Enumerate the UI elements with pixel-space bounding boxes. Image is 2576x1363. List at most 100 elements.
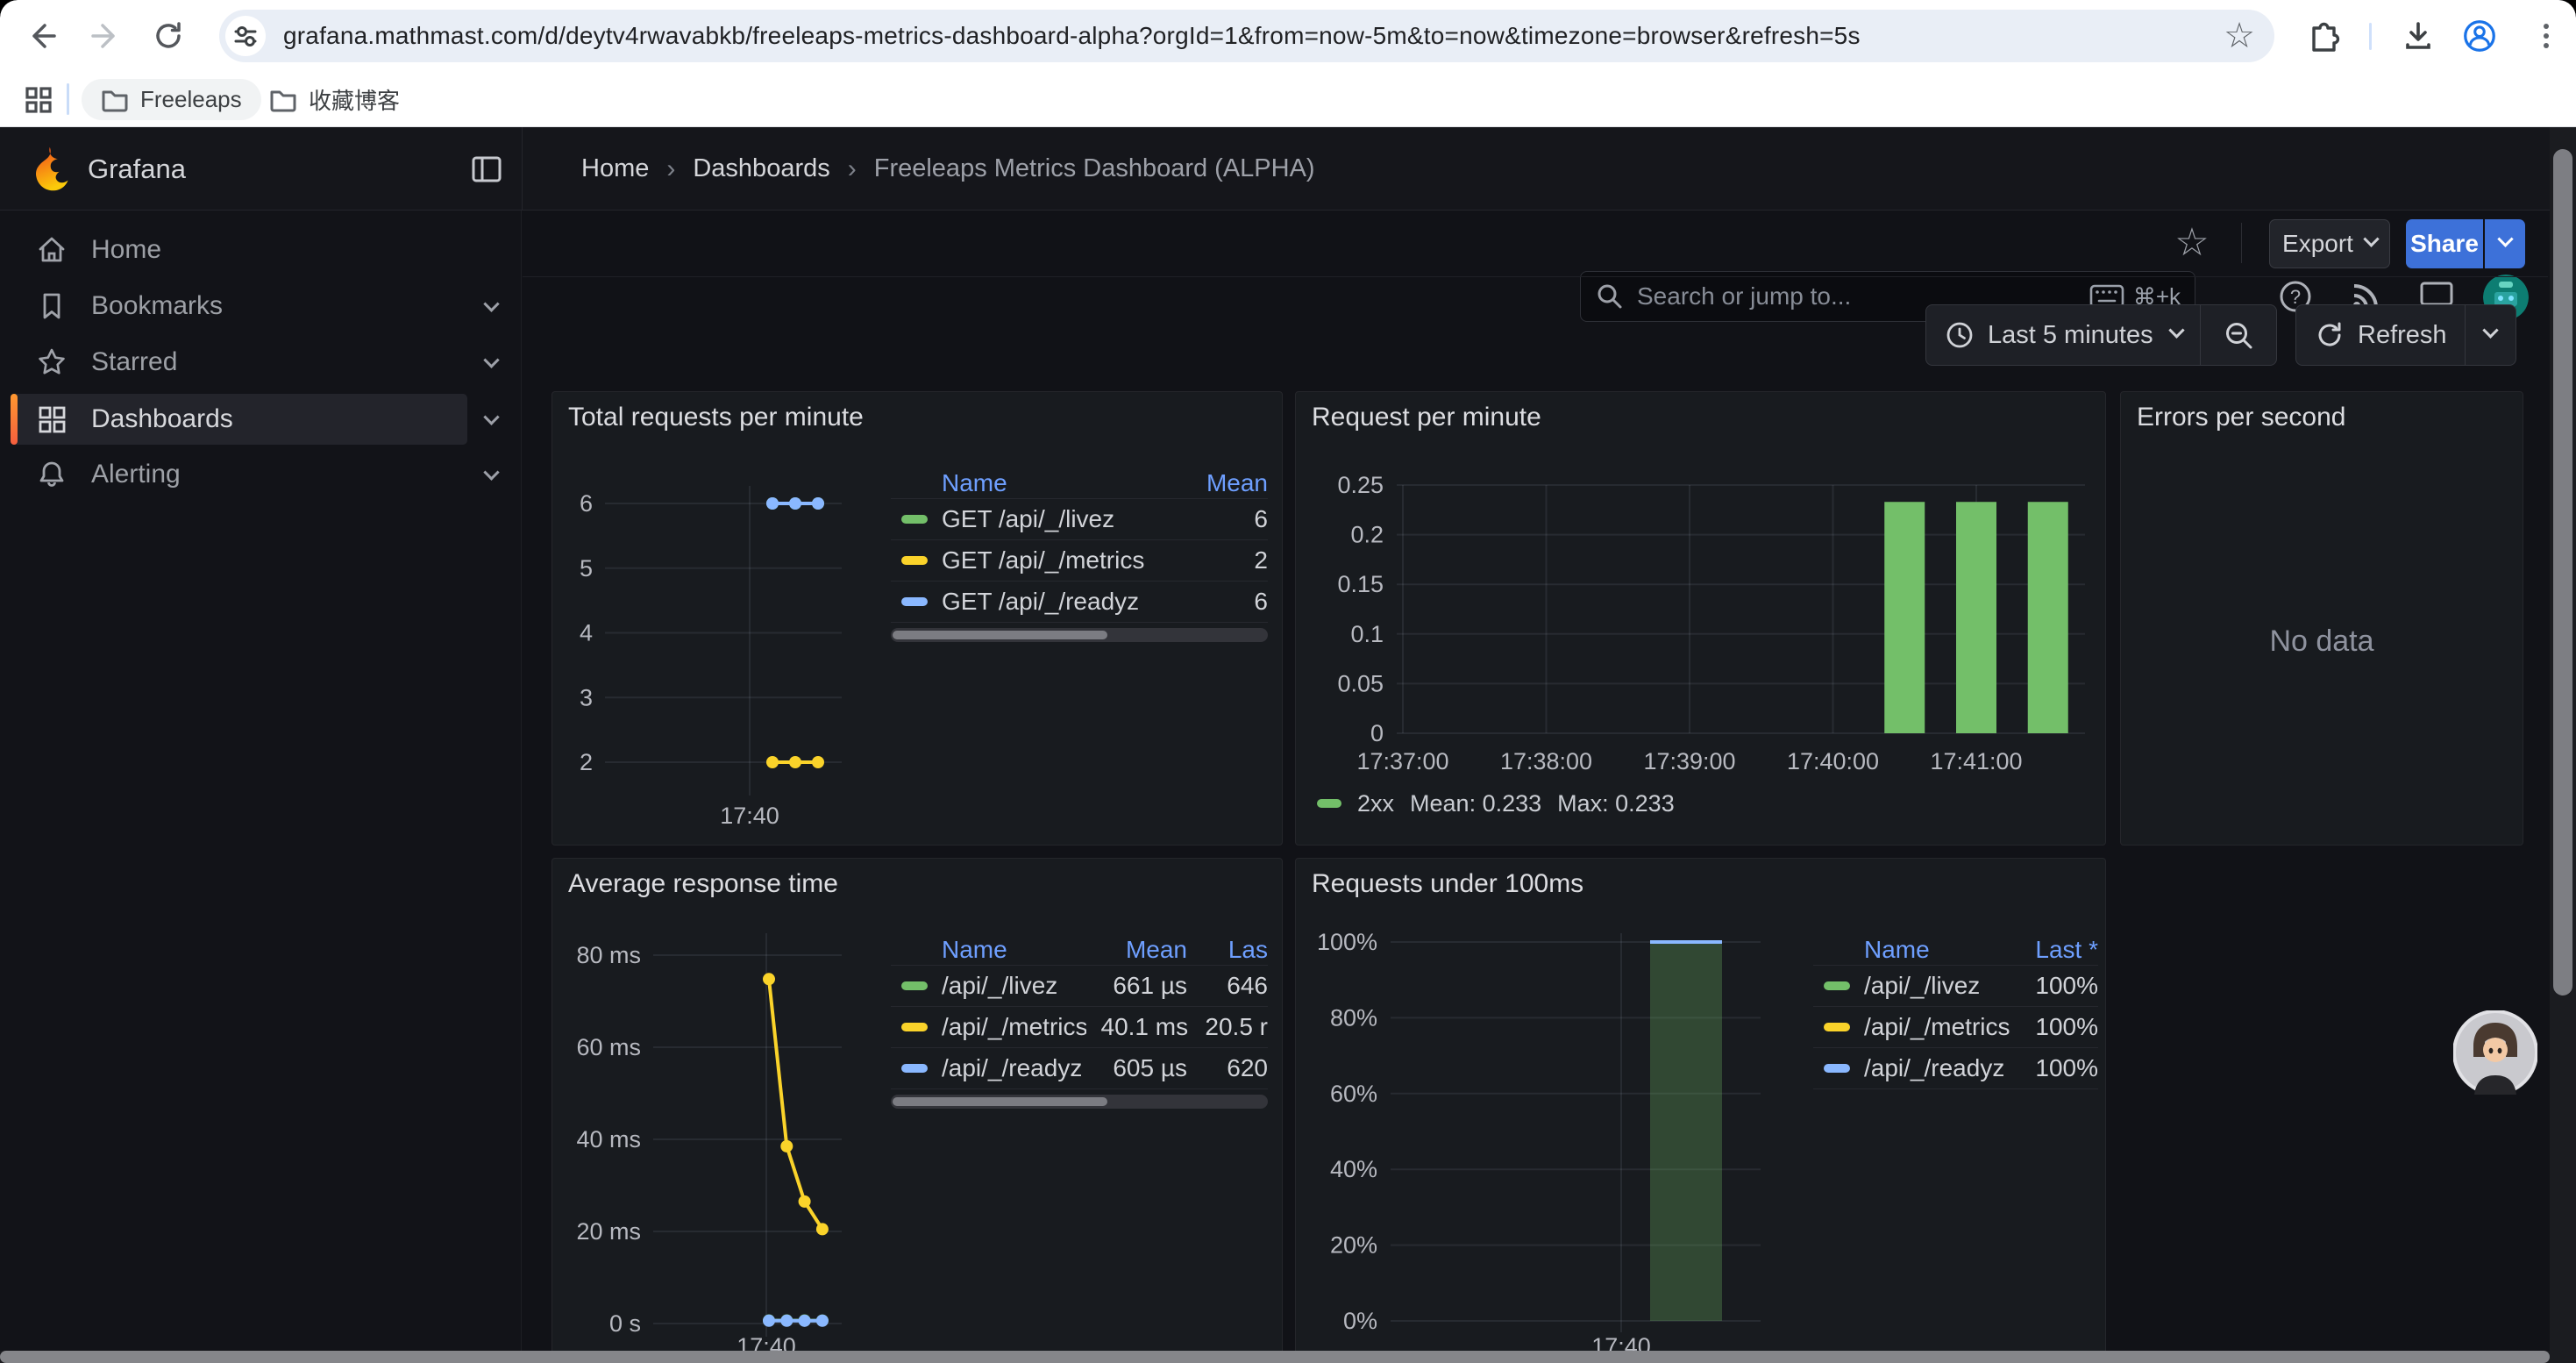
series-color-pill[interactable] bbox=[901, 597, 928, 606]
svg-text:6: 6 bbox=[580, 490, 593, 517]
svg-text:0: 0 bbox=[1370, 720, 1384, 746]
series-name[interactable]: /api/_/readyz bbox=[1864, 1054, 2004, 1082]
time-range-picker[interactable]: Last 5 minutes bbox=[1926, 305, 2200, 365]
series-color-pill[interactable] bbox=[901, 1023, 928, 1031]
home-icon bbox=[36, 234, 68, 266]
legend-col-last[interactable]: Las bbox=[1187, 936, 1268, 964]
screen: grafana.mathmast.com/d/deytv4rwavabkb/fr… bbox=[0, 0, 2576, 1363]
legend-scrollbar[interactable] bbox=[891, 628, 1268, 642]
chevron-down-icon[interactable] bbox=[482, 297, 500, 315]
chevron-down-icon[interactable] bbox=[482, 410, 500, 428]
sidebar-item-alerting[interactable]: Alerting bbox=[11, 450, 467, 499]
series-name[interactable]: GET /api/_/livez bbox=[942, 505, 1114, 533]
series-name[interactable]: /api/_/metrics bbox=[942, 1013, 1086, 1041]
apps-grid-icon[interactable] bbox=[19, 81, 58, 119]
assistant-avatar[interactable] bbox=[2453, 1010, 2537, 1095]
series-color-pill[interactable] bbox=[901, 1064, 928, 1073]
legend-col-mean[interactable]: Mean bbox=[1206, 469, 1268, 497]
breadcrumb-dashboards[interactable]: Dashboards bbox=[693, 154, 829, 183]
series-color-pill[interactable] bbox=[901, 515, 928, 524]
sidebar-item-dashboards[interactable]: Dashboards bbox=[11, 394, 467, 445]
svg-text:0.05: 0.05 bbox=[1337, 670, 1384, 696]
browser-menu-icon[interactable] bbox=[2527, 17, 2565, 55]
url-text: grafana.mathmast.com/d/deytv4rwavabkb/fr… bbox=[283, 22, 2224, 50]
vertical-scrollbar[interactable] bbox=[2550, 127, 2576, 1363]
breadcrumb-separator: › bbox=[666, 154, 675, 184]
legend-col-mean[interactable]: Mean bbox=[1084, 936, 1187, 964]
dashboards-icon bbox=[36, 403, 68, 435]
zoom-out-time-button[interactable] bbox=[2201, 305, 2276, 365]
sidebar-item-label: Home bbox=[91, 235, 161, 265]
legend-col-name[interactable]: Name bbox=[942, 469, 1007, 497]
series-name[interactable]: /api/_/metrics bbox=[1864, 1013, 2010, 1041]
series-name[interactable]: /api/_/readyz bbox=[942, 1054, 1082, 1082]
chart-request-per-minute[interactable]: 0.250.20.150.10.05017:37:0017:38:0017:39… bbox=[1296, 392, 2107, 846]
series-last: 100% bbox=[2035, 1013, 2098, 1041]
bookmark-folder-blogs[interactable]: 收藏博客 bbox=[250, 79, 419, 120]
series-name[interactable]: 2xx bbox=[1357, 790, 1394, 817]
legend-col-name[interactable]: Name bbox=[942, 936, 1007, 964]
sidebar-item-starred[interactable]: Starred bbox=[11, 338, 467, 387]
sidebar-item-home[interactable]: Home bbox=[11, 225, 467, 275]
chevron-down-icon[interactable] bbox=[482, 353, 500, 371]
horizontal-scrollbar[interactable] bbox=[0, 1351, 2576, 1363]
actions-divider bbox=[2241, 223, 2242, 263]
panel-title[interactable]: Average response time bbox=[568, 869, 838, 899]
grafana-brand[interactable]: Grafana bbox=[88, 127, 186, 211]
panel-title[interactable]: Total requests per minute bbox=[568, 403, 864, 432]
bookmark-folder-freeleaps[interactable]: Freeleaps bbox=[82, 79, 261, 120]
legend-row: /api/_/livez 661 µs 646 bbox=[891, 966, 1268, 1007]
panel-title[interactable]: Request per minute bbox=[1312, 403, 1541, 432]
sidebar-item-bookmarks[interactable]: Bookmarks bbox=[11, 282, 467, 331]
browser-profile-icon[interactable] bbox=[2460, 17, 2499, 55]
export-button[interactable]: Export bbox=[2269, 219, 2390, 268]
breadcrumb-separator: › bbox=[848, 154, 857, 184]
series-name[interactable]: GET /api/_/readyz bbox=[942, 588, 1139, 616]
series-color-pill[interactable] bbox=[1317, 799, 1341, 808]
time-range-label: Last 5 minutes bbox=[1988, 321, 2153, 350]
sidebar-item-label: Dashboards bbox=[91, 404, 233, 434]
refresh-interval-button[interactable] bbox=[2466, 305, 2516, 365]
scrollbar-thumb[interactable] bbox=[0, 1351, 2550, 1363]
favorite-dashboard-star-icon[interactable]: ☆ bbox=[2167, 218, 2217, 267]
series-color-pill[interactable] bbox=[901, 981, 928, 990]
scrollbar-thumb[interactable] bbox=[893, 631, 1107, 639]
series-color-pill[interactable] bbox=[1824, 981, 1850, 990]
back-icon[interactable] bbox=[23, 17, 61, 55]
panel-total-requests-per-minute: Total requests per minute 6543217:40 Nam… bbox=[551, 391, 1283, 846]
share-button[interactable]: Share bbox=[2406, 219, 2483, 268]
panel-title[interactable]: Errors per second bbox=[2137, 403, 2345, 432]
series-color-pill[interactable] bbox=[901, 556, 928, 565]
url-bar[interactable]: grafana.mathmast.com/d/deytv4rwavabkb/fr… bbox=[219, 10, 2274, 62]
breadcrumb-home[interactable]: Home bbox=[581, 154, 649, 183]
mega-menu-toggle-icon[interactable] bbox=[470, 153, 503, 190]
browser-toolbar: grafana.mathmast.com/d/deytv4rwavabkb/fr… bbox=[0, 0, 2576, 72]
series-last: 620 bbox=[1187, 1054, 1268, 1082]
scrollbar-thumb[interactable] bbox=[893, 1097, 1107, 1106]
share-menu-button[interactable] bbox=[2485, 219, 2525, 268]
series-last: 646 bbox=[1187, 972, 1268, 1000]
chevron-down-icon[interactable] bbox=[482, 466, 500, 483]
extensions-icon[interactable] bbox=[2302, 17, 2341, 55]
series-name[interactable]: GET /api/_/metrics bbox=[942, 546, 1144, 574]
svg-text:20 ms: 20 ms bbox=[576, 1218, 641, 1245]
series-name[interactable]: /api/_/livez bbox=[942, 972, 1057, 1000]
site-settings-icon[interactable] bbox=[225, 16, 266, 56]
bookmark-star-icon[interactable]: ☆ bbox=[2224, 18, 2255, 54]
downloads-icon[interactable] bbox=[2399, 17, 2437, 55]
panel-title[interactable]: Requests under 100ms bbox=[1312, 869, 1583, 899]
series-color-pill[interactable] bbox=[1824, 1023, 1850, 1031]
bookmarks-bar: Freeleaps 收藏博客 bbox=[0, 72, 2576, 127]
grafana-logo[interactable] bbox=[25, 146, 72, 197]
legend-col-last[interactable]: Last * bbox=[2035, 936, 2098, 964]
legend-col-name[interactable]: Name bbox=[1864, 936, 1930, 964]
scrollbar-thumb[interactable] bbox=[2553, 149, 2572, 995]
series-name[interactable]: /api/_/livez bbox=[1864, 972, 1980, 1000]
forward-icon[interactable] bbox=[86, 17, 125, 55]
series-color-pill[interactable] bbox=[1824, 1064, 1850, 1073]
refresh-button[interactable]: Refresh bbox=[2296, 305, 2465, 365]
panel-request-per-minute: Request per minute 0.250.20.150.10.05017… bbox=[1295, 391, 2106, 846]
legend-row: GET /api/_/livez 6 bbox=[891, 499, 1268, 540]
legend-scrollbar[interactable] bbox=[891, 1095, 1268, 1109]
reload-icon[interactable] bbox=[149, 17, 188, 55]
